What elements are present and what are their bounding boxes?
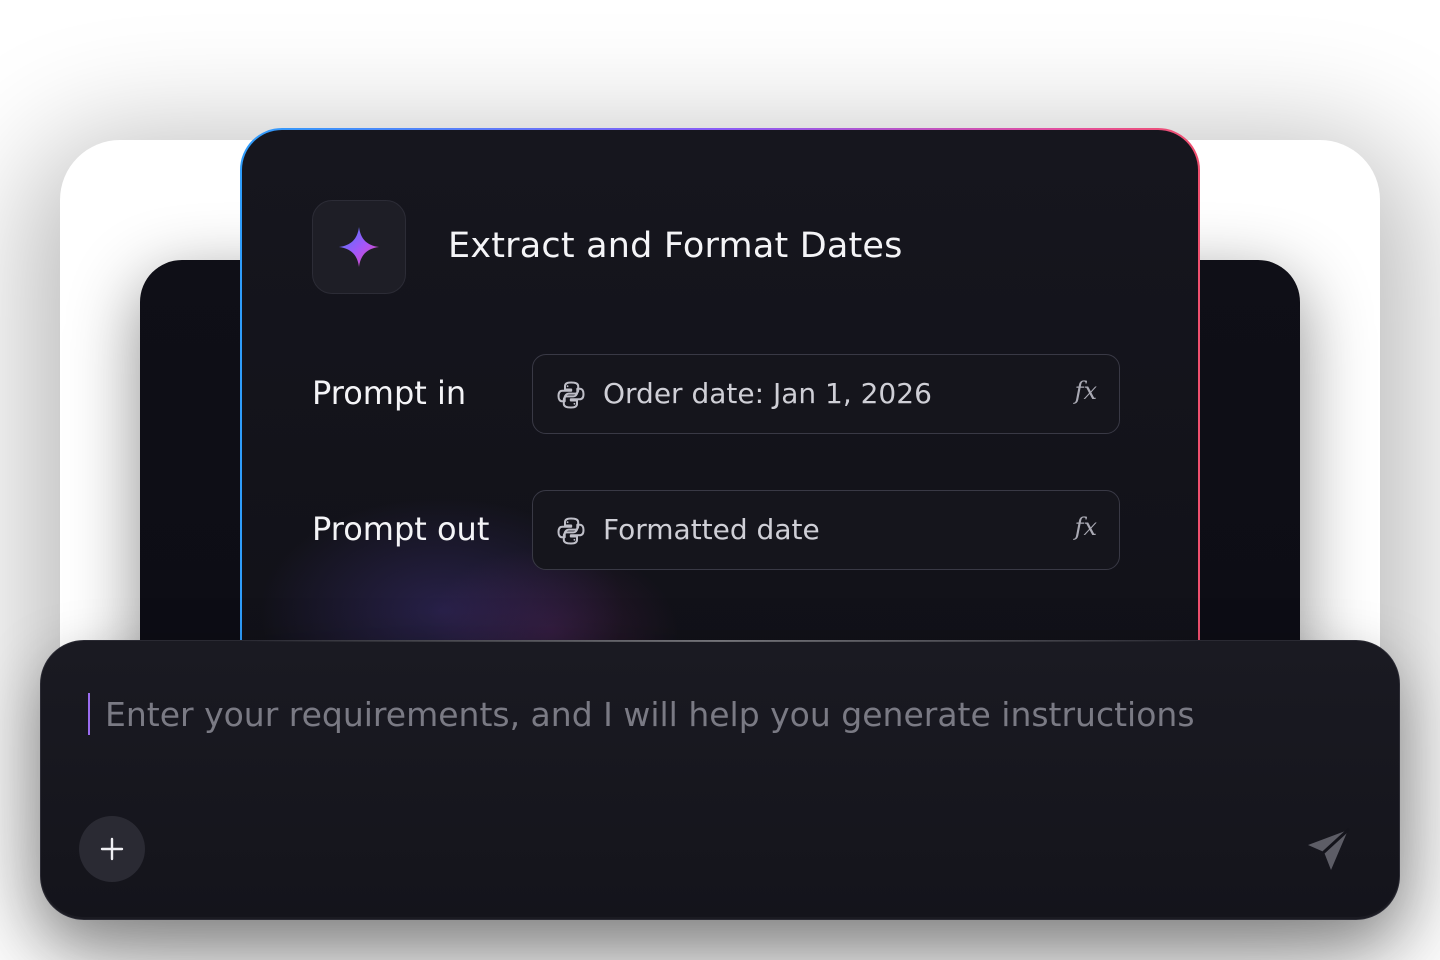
sparkle-icon [339,227,379,267]
sparkle-icon-tile [312,200,406,294]
prompt-out-value: Formatted date [603,513,820,546]
prompt-in-label: Prompt in [312,374,467,412]
prompt-in-field[interactable]: Order date: Jan 1, 2026 fx [532,354,1120,434]
python-icon [557,381,585,409]
stage: Extract and Format Dates Prompt in Order… [0,0,1440,960]
composer-panel [40,640,1400,920]
fx-button[interactable]: fx [1075,377,1097,405]
requirements-input[interactable] [105,689,1305,739]
send-icon [1308,828,1350,870]
instruction-card-body: Extract and Format Dates Prompt in Order… [242,130,1198,686]
text-caret [88,693,90,735]
add-button[interactable] [79,816,145,882]
prompt-in-value: Order date: Jan 1, 2026 [603,377,932,410]
prompt-out-field[interactable]: Formatted date fx [532,490,1120,570]
python-icon [557,517,585,545]
fx-button[interactable]: fx [1075,513,1097,541]
card-title: Extract and Format Dates [448,226,903,266]
instruction-card: Extract and Format Dates Prompt in Order… [240,128,1200,688]
plus-icon [100,837,124,861]
send-button[interactable] [1301,823,1355,877]
prompt-out-label: Prompt out [312,510,490,548]
